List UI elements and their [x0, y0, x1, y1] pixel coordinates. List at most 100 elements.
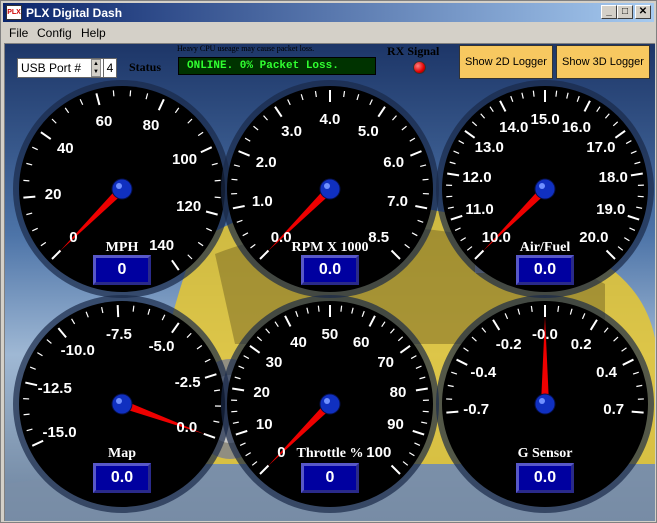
show-2d-logger-button[interactable]: Show 2D Logger	[459, 45, 553, 79]
gauge-tick-label: 0	[69, 228, 78, 246]
gauge-tick-label: -10.0	[60, 342, 95, 360]
gauge-tick-label: 17.0	[586, 139, 616, 157]
menu-help[interactable]: Help	[81, 26, 106, 40]
needle-hub	[111, 393, 133, 415]
minor-tick	[23, 413, 30, 416]
needle-hub	[534, 393, 556, 415]
needle-hub	[111, 178, 133, 200]
gauge-tick-label: 80	[142, 117, 160, 135]
gauge-readout-map: 0.0	[93, 463, 151, 493]
title-bar[interactable]: PLX PLX Digital Dash _ □ ✕	[3, 3, 654, 22]
minor-tick	[112, 90, 115, 97]
plx-app-icon: PLX	[6, 5, 22, 20]
menu-bar: File Config Help	[3, 23, 654, 42]
minor-tick	[532, 90, 535, 97]
gauge-tick-label: 60	[95, 113, 113, 131]
minimize-icon: _	[606, 6, 612, 17]
cpu-warning-text: Heavy CPU useage may cause packet loss.	[177, 44, 315, 53]
gauge-tick-label: 19.0	[596, 201, 626, 219]
minor-tick	[340, 305, 343, 312]
gauge-label-map: Map	[108, 446, 136, 461]
gauge-tick-label: -2.5	[174, 374, 201, 392]
major-tick	[23, 195, 36, 199]
minor-tick	[317, 305, 320, 312]
minor-tick	[555, 90, 558, 97]
rx-signal-led-icon	[413, 61, 426, 74]
minor-tick	[129, 90, 132, 97]
minor-tick	[530, 305, 533, 312]
gauge-tick-label: -5.0	[148, 338, 175, 356]
gauge-tick-label: 2.0	[255, 153, 277, 171]
gauge-label-rpm: RPM X 1000	[291, 240, 369, 255]
maximize-icon: □	[621, 6, 629, 17]
gauge-tick-label: 16.0	[561, 118, 592, 136]
gauge-tick-label: 12.0	[462, 169, 492, 187]
minimize-button[interactable]: _	[601, 5, 617, 19]
gauge-readout-airfuel: 0.0	[516, 255, 574, 285]
status-display: ONLINE. 0% Packet Loss.	[178, 57, 376, 75]
gauge-tick-label: 0.0	[176, 418, 198, 436]
usb-port-value[interactable]: 4	[103, 58, 117, 78]
minor-tick	[23, 179, 30, 182]
major-tick	[446, 410, 459, 414]
gauge-tick-label: 20	[253, 384, 271, 402]
gauge-readout-gsensor: 0.0	[516, 463, 574, 493]
needle-hub	[319, 393, 341, 415]
needle-hub	[319, 178, 341, 200]
gauge-tick-label: 5.0	[357, 122, 379, 140]
gauge-tick-label: 60	[352, 333, 370, 351]
gauge-tick-label: 70	[377, 354, 394, 372]
needle-hub-highlight	[116, 398, 122, 404]
gauge-tick-label: -15.0	[42, 424, 77, 442]
needle-hub-highlight	[324, 398, 330, 404]
minor-tick	[557, 305, 560, 312]
gauge-tick-label: 4.0	[319, 111, 341, 128]
gauge-label-airfuel: Air/Fuel	[519, 240, 571, 255]
needle-hub-highlight	[539, 183, 545, 189]
rx-signal-label: RX Signal	[387, 44, 440, 58]
needle-hub-highlight	[116, 183, 122, 189]
gauge-tick-label: 120	[176, 197, 202, 215]
status-label: Status	[129, 60, 162, 74]
gauge-tick-label: 6.0	[383, 153, 405, 171]
gauge-tick-label: 50	[321, 326, 339, 343]
gauge-tick-label: 0.2	[570, 336, 592, 354]
gauge-tick-label: -7.5	[105, 326, 132, 344]
gauge-tick-label: 15.0	[530, 111, 560, 128]
needle-hub-highlight	[539, 398, 545, 404]
needle-hub	[534, 178, 556, 200]
app-window: PLX PLX Digital Dash _ □ ✕ File Config H…	[0, 0, 657, 523]
major-tick	[116, 305, 120, 318]
gauge-tick-label: 1.0	[251, 193, 273, 211]
gauge-readout-mph: 0	[93, 255, 151, 285]
close-button[interactable]: ✕	[635, 5, 651, 19]
gauge-label-gsensor: G Sensor	[517, 446, 573, 461]
gauge-readout-rpm: 0.0	[301, 255, 359, 285]
needle-hub-highlight	[324, 183, 330, 189]
gauge-tick-label: 90	[387, 416, 404, 434]
usb-port-stepper[interactable]: ▲ ▼	[91, 59, 101, 77]
minor-tick	[422, 178, 429, 181]
menu-config[interactable]: Config	[37, 26, 72, 40]
gauge-tick-label: 0.4	[596, 364, 618, 382]
gauge-tick-label: 18.0	[598, 169, 628, 187]
menu-file[interactable]: File	[9, 26, 28, 40]
show-3d-logger-button[interactable]: Show 3D Logger	[556, 45, 650, 79]
gauge-tick-label: -12.5	[37, 380, 72, 398]
stepper-up-icon[interactable]: ▲	[93, 61, 99, 67]
gauge-readout-throttle: 0	[301, 463, 359, 493]
gauge-tick-label: 80	[389, 384, 407, 402]
minor-tick	[132, 305, 135, 312]
maximize-button[interactable]: □	[617, 5, 633, 19]
gauge-tick-label: 13.0	[474, 139, 504, 157]
gauge-tick-label: 20	[44, 186, 62, 203]
close-icon: ✕	[638, 6, 648, 17]
minor-tick	[231, 178, 238, 181]
gauge-tick-label: 40	[290, 333, 307, 351]
gauge-tick-label: 0.7	[603, 401, 625, 418]
major-tick	[631, 410, 644, 414]
gauge-tick-label: -0.7	[463, 401, 490, 418]
stepper-down-icon[interactable]: ▼	[93, 69, 99, 75]
dashboard-panel: USB Port # ▲ ▼ 4 Status Heavy CPU useage …	[4, 43, 655, 521]
gauge-tick-label: 14.0	[499, 118, 529, 136]
